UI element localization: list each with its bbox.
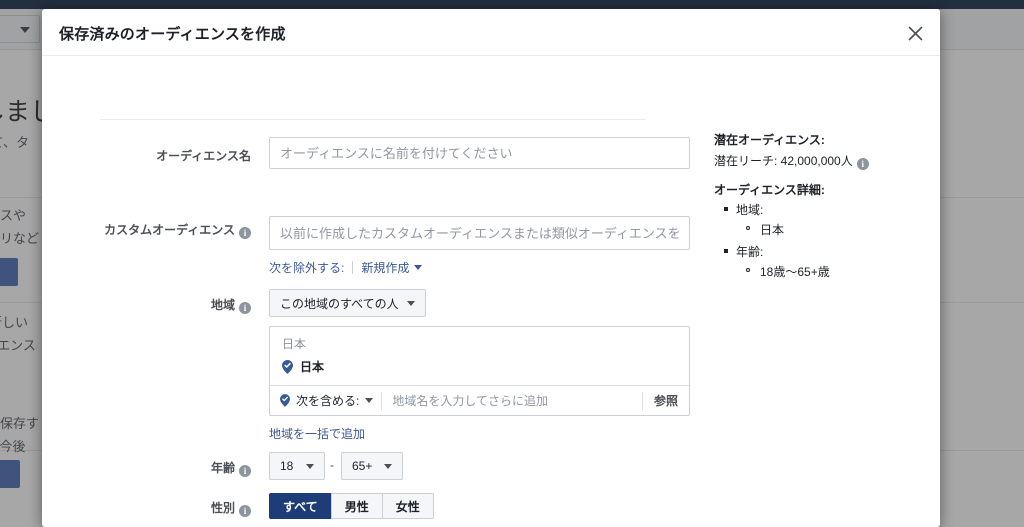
chevron-down-icon bbox=[365, 398, 374, 403]
form-divider bbox=[100, 119, 646, 120]
gender-label-text: 性別 bbox=[210, 501, 235, 515]
custom-audience-input[interactable] bbox=[269, 216, 690, 250]
detail-value-item: 日本 bbox=[736, 221, 940, 239]
age-min-dropdown[interactable]: 18 bbox=[269, 452, 325, 480]
create-saved-audience-dialog: 保存済みのオーディエンスを作成 オーディエンス名 カスタムオーディエンス i 次を… bbox=[42, 9, 940, 527]
location-include-label: 次を含める: bbox=[296, 394, 360, 408]
info-icon[interactable]: i bbox=[856, 158, 869, 170]
potential-reach-value: 潜在リーチ: 42,000,000人 bbox=[714, 154, 853, 168]
gender-option-all[interactable]: すべて bbox=[269, 493, 332, 519]
selected-location-item[interactable]: 日本 bbox=[270, 354, 689, 385]
location-include-dropdown[interactable]: 次を含める: bbox=[270, 392, 381, 409]
region-scope-dropdown[interactable]: この地域のすべての人 bbox=[269, 289, 426, 317]
close-icon[interactable] bbox=[902, 20, 928, 46]
chevron-down-icon bbox=[384, 463, 392, 469]
bulk-add-locations-link[interactable]: 地域を一括で追加 bbox=[269, 425, 365, 442]
gender-segmented-control: すべて 男性 女性 bbox=[269, 493, 434, 519]
potential-reach-row: 潜在リーチ: 42,000,000人 i bbox=[714, 152, 869, 170]
chevron-down-icon[interactable] bbox=[414, 265, 423, 270]
location-country-heading: 日本 bbox=[282, 337, 307, 351]
region-label: 地域 i bbox=[42, 296, 251, 314]
age-label: 年齢 i bbox=[42, 459, 251, 477]
age-range-separator: - bbox=[330, 458, 334, 472]
detail-value: 18歳〜65+歳 bbox=[760, 265, 830, 279]
row-divider bbox=[352, 261, 354, 274]
location-search-row: 次を含める: 参照 bbox=[270, 385, 689, 415]
location-pin-check-icon bbox=[282, 359, 293, 374]
age-min-value: 18 bbox=[280, 459, 294, 473]
create-new-audience-link[interactable]: 新規作成 bbox=[361, 259, 409, 276]
audience-name-label-text: オーディエンス名 bbox=[156, 149, 251, 163]
potential-audience-title: 潜在オーディエンス: bbox=[714, 133, 825, 147]
detail-values: 日本 bbox=[736, 221, 940, 239]
detail-label: 地域: bbox=[736, 203, 764, 217]
detail-value-item: 18歳〜65+歳 bbox=[736, 263, 940, 281]
gender-label: 性別 i bbox=[42, 499, 251, 517]
audience-name-input[interactable] bbox=[269, 137, 690, 169]
dialog-title: 保存済みのオーディエンスを作成 bbox=[59, 26, 286, 43]
location-search-input[interactable] bbox=[382, 386, 642, 415]
age-max-dropdown[interactable]: 65+ bbox=[341, 452, 403, 480]
custom-audience-label: カスタムオーディエンス i bbox=[42, 221, 251, 239]
location-picker: 日本 日本 次を含める: 地域名を入力してさらに追加 参照 bbox=[269, 326, 690, 416]
age-label-text: 年齢 bbox=[210, 461, 235, 475]
circle-bullet-icon bbox=[746, 226, 750, 230]
info-icon[interactable]: i bbox=[239, 227, 251, 239]
info-icon[interactable]: i bbox=[239, 465, 251, 477]
detail-group: 地域: 日本 bbox=[714, 201, 940, 239]
audience-summary-panel: 潜在オーディエンス: 潜在リーチ: 42,000,000人 i オーディエンス詳細… bbox=[714, 56, 940, 527]
audience-details-title: オーディエンス詳細: bbox=[714, 183, 825, 197]
dialog-body: オーディエンス名 カスタムオーディエンス i 次を除外する: 新規作成 地域 i こ… bbox=[42, 56, 940, 527]
detail-value: 日本 bbox=[760, 223, 785, 237]
region-scope-value: この地域のすべての人 bbox=[280, 296, 399, 311]
age-max-value: 65+ bbox=[352, 459, 373, 473]
audience-form: オーディエンス名 カスタムオーディエンス i 次を除外する: 新規作成 地域 i こ… bbox=[42, 56, 690, 527]
gender-option-male[interactable]: 男性 bbox=[330, 493, 383, 519]
square-bullet-icon bbox=[724, 207, 728, 211]
selected-location-name: 日本 bbox=[300, 360, 325, 374]
browse-locations-button[interactable]: 参照 bbox=[643, 392, 689, 409]
gender-option-female[interactable]: 女性 bbox=[381, 493, 434, 519]
detail-label: 年齢: bbox=[736, 245, 764, 259]
chevron-down-icon bbox=[406, 300, 415, 306]
detail-group: 年齢: 18歳〜65+歳 bbox=[714, 243, 940, 281]
region-label-text: 地域 bbox=[210, 298, 235, 312]
detail-values: 18歳〜65+歳 bbox=[736, 263, 940, 281]
background-top-navbar bbox=[0, 0, 1024, 9]
dialog-header: 保存済みのオーディエンスを作成 bbox=[42, 9, 940, 56]
exclude-label[interactable]: 次を除外する: bbox=[269, 259, 344, 276]
audience-details-list: 地域: 日本 年齢: 18歳〜65+歳 bbox=[714, 201, 940, 285]
custom-audience-label-text: カスタムオーディエンス bbox=[104, 223, 235, 237]
audience-name-label: オーディエンス名 bbox=[42, 147, 251, 164]
circle-bullet-icon bbox=[746, 268, 750, 272]
location-pin-check-icon bbox=[280, 394, 290, 407]
details-list: 地域: 日本 年齢: 18歳〜65+歳 bbox=[714, 201, 940, 281]
info-icon[interactable]: i bbox=[239, 505, 251, 517]
info-icon[interactable]: i bbox=[239, 302, 251, 314]
square-bullet-icon bbox=[724, 249, 728, 253]
exclude-row: 次を除外する: 新規作成 bbox=[269, 259, 423, 276]
chevron-down-icon bbox=[306, 463, 314, 469]
